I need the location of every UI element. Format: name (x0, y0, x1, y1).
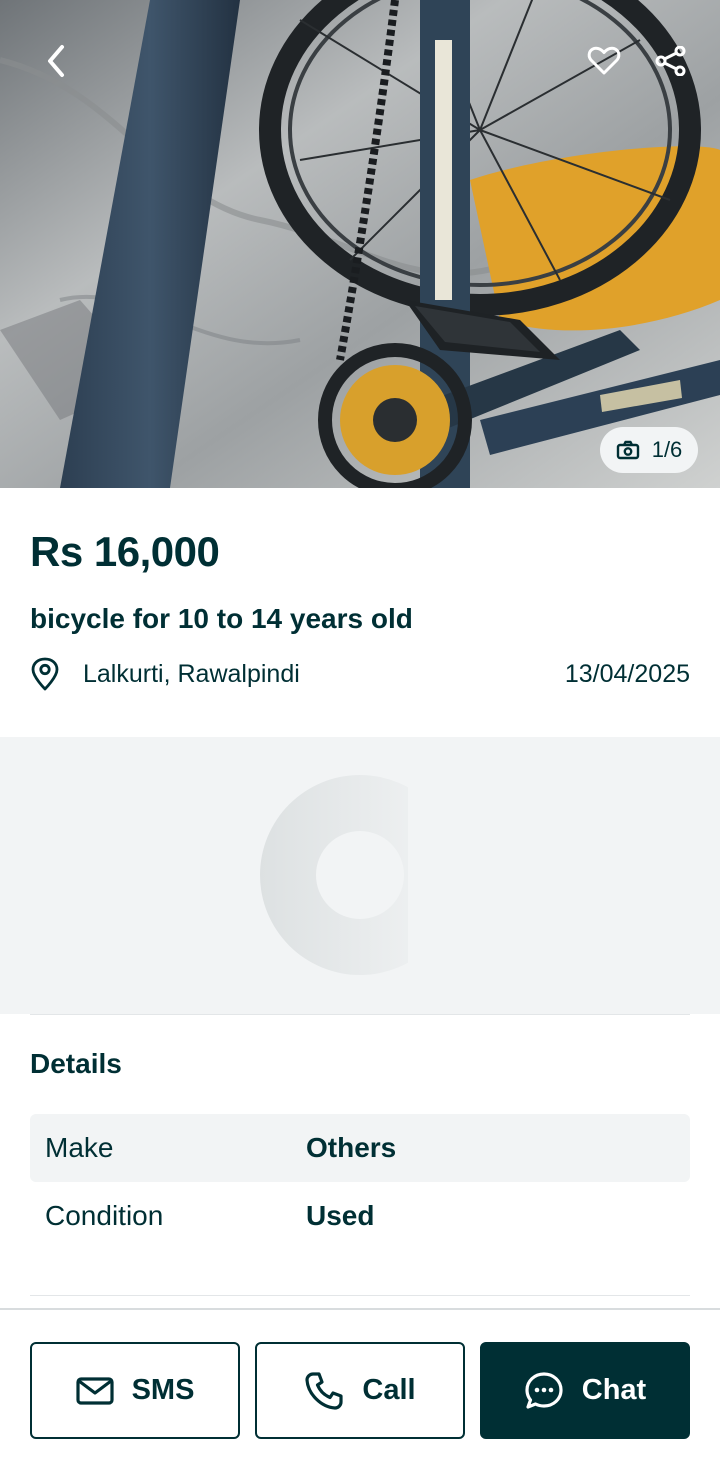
share-icon (655, 46, 686, 76)
listing-price: Rs 16,000 (30, 528, 220, 575)
sms-button[interactable]: SMS (30, 1342, 240, 1439)
photo-counter[interactable]: 1/6 (600, 427, 698, 473)
call-button-label: Call (362, 1374, 416, 1406)
contact-action-bar: SMS Call Chat (0, 1308, 720, 1467)
chat-button[interactable]: Chat (480, 1342, 690, 1439)
details-value: Used (306, 1200, 375, 1231)
listing-title: bicycle for 10 to 14 years old (30, 603, 413, 634)
listing-location: Lalkurti, Rawalpindi (83, 659, 300, 688)
map-placeholder[interactable] (0, 737, 720, 1014)
loading-spinner (260, 775, 408, 975)
envelope-icon (75, 1376, 114, 1405)
details-heading: Details (30, 1048, 122, 1079)
details-key: Make (45, 1132, 114, 1163)
section-divider (30, 1014, 690, 1015)
listing-photo[interactable]: 1/6 (0, 0, 720, 488)
heart-icon (587, 46, 621, 75)
sms-button-label: SMS (131, 1374, 195, 1406)
camera-icon (616, 440, 639, 460)
photo-counter-text: 1/6 (651, 437, 683, 462)
section-divider (30, 1295, 690, 1296)
details-table: Make Others Condition Used (30, 1114, 690, 1250)
call-button[interactable]: Call (255, 1342, 465, 1439)
listing-date: 13/04/2025 (564, 659, 690, 688)
location-pin-icon (30, 654, 68, 694)
phone-icon (305, 1371, 344, 1410)
details-row-condition: Condition Used (30, 1182, 690, 1250)
details-key: Condition (45, 1200, 164, 1231)
chat-bubble-icon (525, 1371, 563, 1409)
share-button[interactable] (643, 33, 699, 89)
chevron-left-icon (48, 45, 64, 77)
details-value: Others (306, 1132, 397, 1163)
details-row-make: Make Others (30, 1114, 690, 1182)
back-button[interactable] (28, 33, 84, 89)
chat-button-label: Chat (581, 1374, 647, 1406)
favorite-button[interactable] (576, 33, 632, 89)
location-row: Lalkurti, Rawalpindi 13/04/2025 (30, 654, 690, 694)
